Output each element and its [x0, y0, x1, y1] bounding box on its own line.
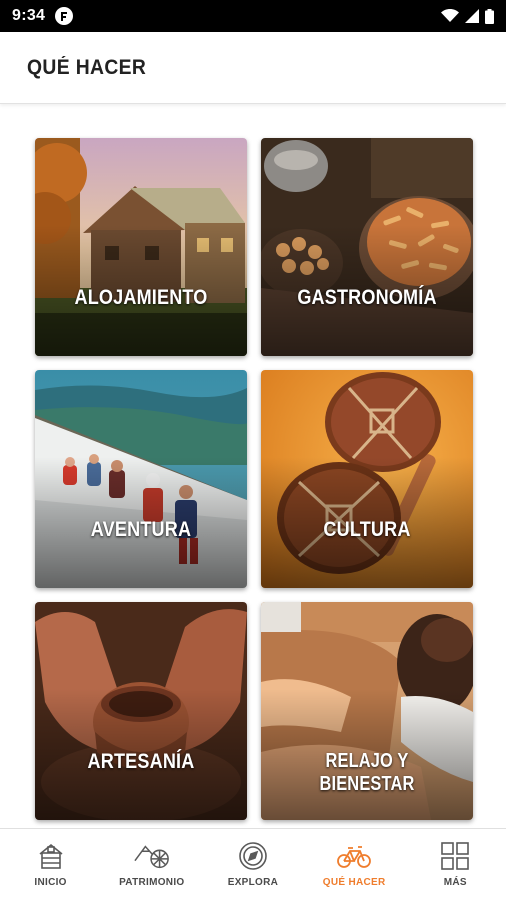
- bottom-nav: INICIO PATRIMONIO EXPLORA QUÉ HACER MÁS: [0, 828, 506, 900]
- status-time: 9:34: [12, 7, 46, 24]
- tile-label: AVENTURA: [90, 518, 192, 541]
- nav-label: EXPLORA: [227, 877, 279, 888]
- tile-label: GASTRONOMÍA: [297, 286, 437, 309]
- nav-label: PATRIMONIO: [119, 877, 185, 888]
- grid-icon: [437, 839, 473, 873]
- nav-label: MÁS: [443, 877, 467, 888]
- tile-alojamiento[interactable]: ALOJAMIENTO: [35, 138, 247, 356]
- tile-label: CULTURA: [323, 518, 411, 541]
- status-left: 9:34: [12, 7, 74, 25]
- page-title: QUÉ HACER: [27, 55, 147, 79]
- nav-label: QUÉ HACER: [322, 877, 386, 888]
- tile-label: ALOJAMIENTO: [74, 286, 208, 309]
- tile-relajo-bienestar[interactable]: RELAJO Y BIENESTAR: [261, 602, 473, 820]
- tile-cultura[interactable]: CULTURA: [261, 370, 473, 588]
- bicycle-icon: [336, 839, 372, 873]
- tile-aventura[interactable]: AVENTURA: [35, 370, 247, 588]
- status-right: [441, 8, 494, 24]
- nav-item-inicio[interactable]: INICIO: [3, 839, 99, 888]
- compass-icon: [235, 839, 271, 873]
- wifi-icon: [441, 9, 459, 22]
- mountain-wheel-icon: [134, 839, 170, 873]
- tile-label: ARTESANÍA: [87, 750, 195, 773]
- battery-icon: [485, 8, 494, 24]
- status-bar: 9:34: [0, 0, 506, 32]
- nav-label: INICIO: [34, 877, 67, 888]
- app-notification-icon: [55, 7, 74, 25]
- category-grid: ALOJAMIENTO GASTRONOMÍA AVENTURA CULTURA…: [35, 138, 473, 820]
- tile-artesania[interactable]: ARTESANÍA: [35, 602, 247, 820]
- tile-label: RELAJO Y BIENESTAR: [319, 750, 415, 795]
- nav-item-patrimonio[interactable]: PATRIMONIO: [104, 839, 200, 888]
- house-icon: [33, 839, 69, 873]
- signal-icon: [465, 9, 479, 23]
- tile-gastronomia[interactable]: GASTRONOMÍA: [261, 138, 473, 356]
- nav-item-explora[interactable]: EXPLORA: [205, 839, 301, 888]
- app-header: QUÉ HACER: [0, 32, 506, 104]
- nav-item-que-hacer[interactable]: QUÉ HACER: [306, 839, 402, 888]
- nav-item-mas[interactable]: MÁS: [407, 839, 503, 888]
